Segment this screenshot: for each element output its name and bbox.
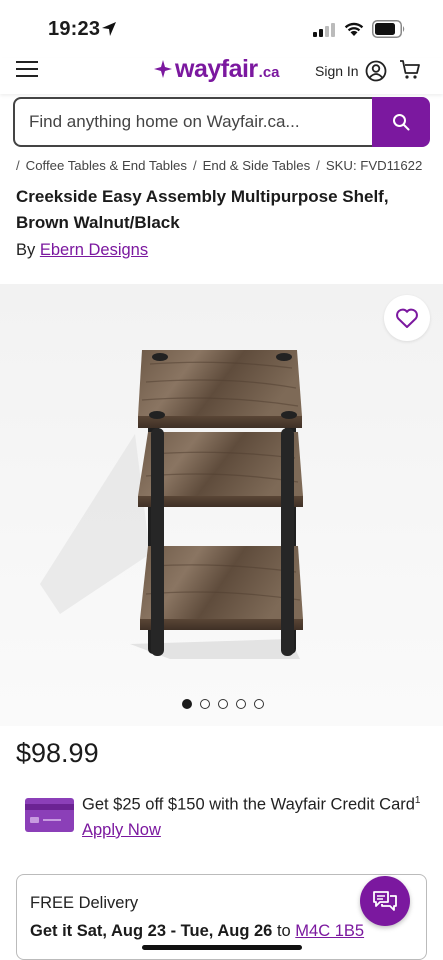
breadcrumb-item-coffee-tables[interactable]: Coffee Tables & End Tables (26, 158, 187, 173)
gallery-dot[interactable] (200, 699, 210, 709)
brand-link[interactable]: Ebern Designs (40, 241, 148, 259)
battery-icon (372, 20, 405, 38)
breadcrumb-separator: / (316, 158, 320, 173)
chat-icon (373, 891, 397, 911)
logo-tld: .ca (258, 64, 280, 81)
cart-icon[interactable] (398, 57, 422, 81)
gallery-dot[interactable] (254, 699, 264, 709)
breadcrumb-sku: SKU: FVD11622 (325, 158, 423, 173)
search-icon (393, 114, 410, 131)
user-icon (365, 60, 386, 82)
sign-in-button[interactable]: Sign In (315, 60, 387, 82)
search-input[interactable] (13, 97, 372, 147)
delivery-estimate: Get it Sat, Aug 23 - Tue, Aug 26 to M4C … (30, 922, 364, 941)
product-price: $98.99 (16, 738, 99, 768)
sign-in-label: Sign In (315, 63, 359, 79)
heart-icon (396, 308, 418, 328)
gallery-dot[interactable] (236, 699, 246, 709)
wishlist-button[interactable] (384, 295, 430, 341)
gallery-pagination (182, 699, 264, 709)
logo-word: wayfair (175, 55, 258, 83)
status-time: 19:23 (48, 18, 101, 40)
credit-card-icon (25, 798, 74, 832)
promo-footnote: 1 (414, 795, 421, 806)
delivery-title: FREE Delivery (30, 894, 139, 912)
gallery-dot[interactable] (218, 699, 228, 709)
chat-button[interactable] (360, 876, 410, 926)
delivery-dates: Get it Sat, Aug 23 - Tue, Aug 26 (30, 922, 273, 940)
brand-line: By Ebern Designs (16, 241, 148, 260)
wifi-icon (344, 22, 364, 36)
wayfair-logo[interactable]: wayfair .ca (153, 55, 280, 83)
breadcrumb-separator: / (192, 158, 197, 173)
breadcrumb-item-end-side-tables[interactable]: End & Side Tables (203, 158, 311, 173)
postal-code-link[interactable]: M4C 1B5 (295, 922, 364, 940)
wayfair-logo-mark-icon (154, 60, 172, 78)
home-indicator (142, 945, 302, 950)
product-image (40, 350, 303, 659)
product-gallery[interactable] (0, 284, 443, 726)
brand-prefix: By (16, 241, 36, 259)
site-header: wayfair .ca Sign In (0, 55, 443, 94)
product-title: Creekside Easy Assembly Multipurpose She… (16, 187, 389, 232)
breadcrumb: / Coffee Tables & End Tables / End & Sid… (16, 158, 422, 173)
gallery-dot[interactable] (182, 699, 192, 709)
credit-card-promo: Get $25 off $150 with the Wayfair Credit… (82, 795, 420, 815)
menu-icon[interactable] (16, 60, 38, 78)
delivery-to-label: to (276, 922, 291, 940)
search-button[interactable] (372, 97, 430, 147)
breadcrumb-separator: / (16, 158, 20, 173)
search-bar (13, 97, 430, 147)
cellular-signal-icon (313, 23, 335, 37)
location-arrow-icon (102, 22, 116, 36)
apply-now-link[interactable]: Apply Now (82, 821, 161, 840)
status-bar: 19:23 (0, 0, 443, 58)
promo-text: Get $25 off $150 with the Wayfair Credit… (82, 795, 415, 814)
